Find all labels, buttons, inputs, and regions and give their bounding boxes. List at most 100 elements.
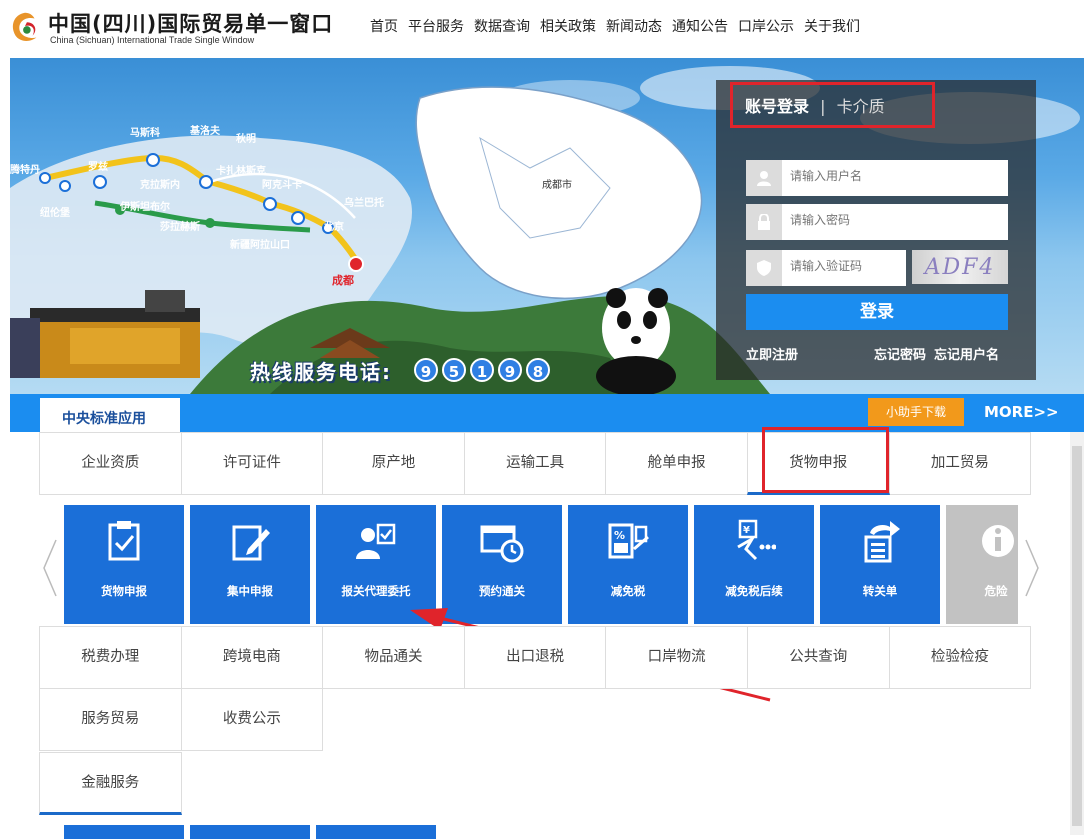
login-button[interactable]: 登录 xyxy=(746,294,1008,330)
map-label-chengdu: 成都市 xyxy=(542,178,572,191)
site-title: 中国(四川)国际贸易单一窗口 xyxy=(48,12,334,36)
category-row-3: 服务贸易 收费公示 xyxy=(39,688,324,751)
category-origin[interactable]: 原产地 xyxy=(322,432,465,495)
main-nav: 首页 平台服务 数据查询 相关政策 新闻动态 通知公告 口岸公示 关于我们 xyxy=(370,16,860,36)
highlight-box xyxy=(761,427,889,493)
forward-document-icon xyxy=(864,521,900,563)
route-label-lodz: 罗兹 xyxy=(88,160,108,173)
category-transport[interactable]: 运输工具 xyxy=(463,432,607,495)
logo-icon[interactable] xyxy=(6,9,44,47)
tile-partial[interactable] xyxy=(64,825,184,839)
category-processing-trade[interactable]: 加工贸易 xyxy=(888,432,1032,495)
tab-central-standard-apps[interactable]: 中央标准应用 xyxy=(40,398,180,432)
category-fee-disclosure[interactable]: 收费公示 xyxy=(180,688,324,751)
tile-goods-declaration[interactable]: 货物申报 xyxy=(64,505,184,624)
more-link[interactable]: MORE>> xyxy=(984,403,1059,421)
carousel-prev-icon[interactable] xyxy=(40,538,60,598)
nav-port-announcements[interactable]: 口岸公示 xyxy=(738,16,794,36)
category-licenses[interactable]: 许可证件 xyxy=(180,432,324,495)
category-inspection-quarantine[interactable]: 检验检疫 xyxy=(888,626,1032,689)
captcha-field xyxy=(746,250,990,286)
login-tabs: 账号登录 | 卡介质 xyxy=(730,82,935,128)
calculator-icon: % xyxy=(608,523,649,559)
edit-document-icon xyxy=(232,525,270,561)
category-port-logistics[interactable]: 口岸物流 xyxy=(605,626,748,689)
route-label-kirov: 基洛夫 xyxy=(189,124,221,137)
forgot-password-link[interactable]: 忘记密码 xyxy=(874,344,926,363)
nav-policies[interactable]: 相关政策 xyxy=(540,16,596,36)
tile-label: 危险 xyxy=(984,584,1008,598)
tile-transfer-document[interactable]: 转关单 xyxy=(820,505,940,624)
category-cross-border-ecommerce[interactable]: 跨境电商 xyxy=(180,626,324,689)
category-service-trade[interactable]: 服务贸易 xyxy=(39,688,182,751)
route-label-kazalinsk: 卡扎林斯克 xyxy=(216,164,266,177)
tile-hazardous[interactable]: 危险 xyxy=(946,505,1018,624)
person-document-icon xyxy=(356,523,396,559)
site-header: 中国(四川)国际贸易单一窗口 China (Sichuan) Internati… xyxy=(0,0,1084,56)
hotline-digit: 5 xyxy=(442,358,466,382)
forgot-username-link[interactable]: 忘记用户名 xyxy=(934,344,999,363)
shield-icon xyxy=(746,250,782,286)
hotline-digit: 9 xyxy=(498,358,522,382)
category-goods-declaration[interactable]: 货物申报 xyxy=(746,427,890,495)
username-field xyxy=(746,160,1008,196)
tile-partial[interactable] xyxy=(190,825,310,839)
tile-label: 货物申报 xyxy=(101,584,147,598)
category-export-rebate[interactable]: 出口退税 xyxy=(463,626,607,689)
route-label-nuremberg: 纽伦堡 xyxy=(40,206,70,219)
captcha-image[interactable]: ADF4 xyxy=(912,250,1008,284)
tile-label: 报关代理委托 xyxy=(341,584,411,598)
route-label-aktogay: 阿克斗卡 xyxy=(262,178,302,191)
password-field xyxy=(746,204,1008,240)
category-public-query[interactable]: 公共查询 xyxy=(746,626,890,689)
route-label-chengdu: 成都 xyxy=(332,273,354,287)
nav-home[interactable]: 首页 xyxy=(370,16,398,36)
hotline-number: 9 5 1 9 8 xyxy=(414,358,550,382)
tile-partial[interactable] xyxy=(316,825,436,839)
service-tiles-next-row xyxy=(64,825,436,839)
route-label-sarakhs: 莎拉赫斯 xyxy=(160,220,200,233)
category-enterprise-qualification[interactable]: 企业资质 xyxy=(39,432,182,495)
tile-centralized-declaration[interactable]: 集中申报 xyxy=(190,505,310,624)
category-financial-services[interactable]: 金融服务 xyxy=(39,752,182,815)
route-label-istanbul: 伊斯坦布尔 xyxy=(119,200,170,213)
route-label-alashankou: 新疆阿拉山口 xyxy=(230,238,290,251)
svg-text:%: % xyxy=(614,529,625,542)
info-icon xyxy=(982,525,1014,557)
nav-data-query[interactable]: 数据查询 xyxy=(474,16,530,36)
category-goods-clearance[interactable]: 物品通关 xyxy=(322,626,465,689)
route-label-tyumen: 秋明 xyxy=(236,132,256,145)
tile-label: 转关单 xyxy=(862,584,898,598)
route-label-ulaanbaatar: 乌兰巴托 xyxy=(344,196,384,209)
scrollbar-thumb[interactable] xyxy=(1072,446,1082,826)
register-link[interactable]: 立即注册 xyxy=(746,344,798,363)
nav-news[interactable]: 新闻动态 xyxy=(606,16,662,36)
assistant-download-button[interactable]: 小助手下载 xyxy=(868,398,964,426)
clock-window-icon xyxy=(480,525,524,563)
route-label-beijing: 北京 xyxy=(324,220,344,233)
tab-separator: | xyxy=(820,97,826,116)
tab-account-login[interactable]: 账号登录 xyxy=(745,97,809,116)
route-label-rotterdam: 腾特丹 xyxy=(10,163,40,176)
category-row-1: 企业资质 许可证件 原产地 运输工具 舱单申报 货物申报 加工贸易 xyxy=(39,427,1032,495)
tile-label: 减免税后续 xyxy=(725,584,783,598)
route-label-moscow: 马斯科 xyxy=(130,126,160,139)
clipboard-check-icon xyxy=(108,521,140,561)
site-subtitle: China (Sichuan) International Trade Sing… xyxy=(50,35,255,45)
category-row-2: 税费办理 跨境电商 物品通关 出口退税 口岸物流 公共查询 检验检疫 xyxy=(39,626,1032,689)
tile-label: 减免税 xyxy=(610,584,646,598)
lock-icon xyxy=(746,204,782,240)
category-tax-fees[interactable]: 税费办理 xyxy=(39,626,182,689)
route-label-krasnoye: 克拉斯内 xyxy=(140,178,180,191)
yen-dots-icon: ¥ xyxy=(737,519,776,561)
category-manifest[interactable]: 舱单申报 xyxy=(605,432,748,495)
tab-card-media[interactable]: 卡介质 xyxy=(837,97,885,116)
password-input[interactable] xyxy=(790,213,990,227)
category-row-4: 金融服务 xyxy=(39,752,182,815)
hotline-digit: 8 xyxy=(526,358,550,382)
nav-platform-services[interactable]: 平台服务 xyxy=(408,16,464,36)
user-icon xyxy=(746,160,782,196)
nav-notices[interactable]: 通知公告 xyxy=(672,16,728,36)
username-input[interactable] xyxy=(790,169,990,183)
nav-about[interactable]: 关于我们 xyxy=(804,16,860,36)
